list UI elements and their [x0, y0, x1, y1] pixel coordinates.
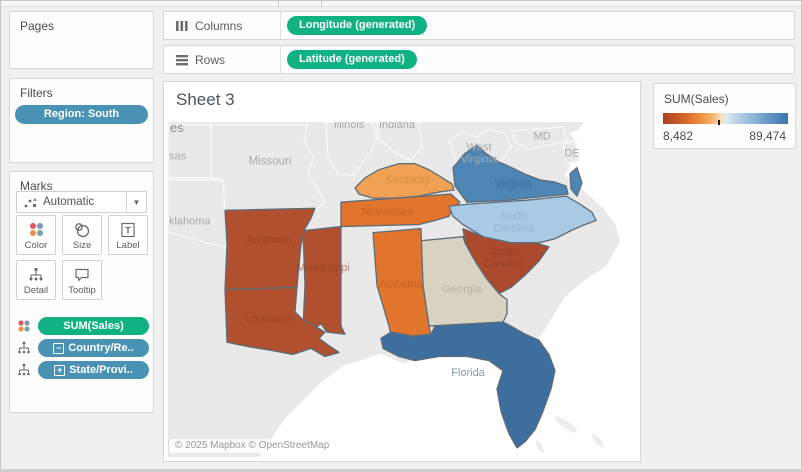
- svg-text:North: North: [501, 210, 528, 222]
- label-button-label: Label: [109, 240, 147, 251]
- map-state-mississippi[interactable]: [303, 227, 345, 335]
- mark-type-dropdown[interactable]: Automatic ▼: [16, 191, 147, 213]
- svg-text:Carolina: Carolina: [484, 258, 526, 270]
- detail-button[interactable]: Detail: [16, 260, 56, 300]
- color-dots-icon: [27, 221, 45, 239]
- pill-sum-sales[interactable]: SUM(Sales): [38, 317, 149, 335]
- tooltip-button-label: Tooltip: [63, 285, 101, 296]
- pill-state-province[interactable]: + State/Provi..: [38, 361, 149, 379]
- svg-text:Mississippi: Mississippi: [296, 262, 349, 274]
- columns-shelf[interactable]: Columns Longitude (generated): [163, 11, 795, 40]
- svg-text:Carolina: Carolina: [494, 223, 536, 235]
- pill-longitude[interactable]: Longitude (generated): [287, 16, 427, 35]
- svg-text:Virginia: Virginia: [495, 178, 532, 190]
- toolbar-divider: [321, 1, 322, 7]
- islands: [534, 414, 606, 454]
- svg-text:Indiana: Indiana: [379, 122, 416, 131]
- map-attribution[interactable]: © 2025 Mapbox © OpenStreetMap: [168, 439, 335, 453]
- color-legend: SUM(Sales) 8,482 89,474: [653, 83, 796, 149]
- pill-label: SUM(Sales): [63, 317, 124, 336]
- rows-icon: [175, 53, 189, 67]
- pill-label: State/Provi..: [69, 361, 133, 380]
- columns-shelf-label: Columns: [195, 19, 242, 33]
- legend-center-tick: [718, 120, 720, 125]
- legend-gradient-bar[interactable]: [663, 113, 788, 124]
- mark-type-label: Automatic: [43, 196, 94, 208]
- svg-text:Arkansas: Arkansas: [246, 234, 292, 246]
- label-T-icon: T: [119, 221, 137, 239]
- expand-plus-icon[interactable]: +: [54, 365, 65, 376]
- filter-pill-label: Region: South: [44, 105, 119, 124]
- svg-text:Missouri: Missouri: [249, 156, 292, 168]
- shelf-divider: [280, 12, 281, 39]
- collapse-minus-icon[interactable]: −: [53, 343, 64, 354]
- worksheet: Sheet 3: [163, 81, 641, 462]
- sheet-title[interactable]: Sheet 3: [176, 90, 235, 110]
- svg-text:T: T: [125, 226, 131, 237]
- rows-shelf[interactable]: Rows Latitude (generated): [163, 45, 795, 74]
- color-button-label: Color: [17, 240, 55, 251]
- pill-country-region[interactable]: − Country/Re..: [38, 339, 149, 357]
- tableau-workspace: Pages Filters Region: South Marks Automa…: [0, 0, 802, 472]
- color-dots-icon: [16, 318, 32, 334]
- legend-max-value: 89,474: [749, 129, 786, 143]
- tooltip-button[interactable]: Tooltip: [62, 260, 102, 300]
- pill-label: Country/Re..: [68, 339, 133, 358]
- marks-pill-row: − Country/Re..: [16, 339, 149, 357]
- color-button[interactable]: Color: [16, 215, 56, 255]
- svg-text:Illinois: Illinois: [334, 122, 365, 131]
- chevron-down-icon[interactable]: ▼: [126, 192, 146, 212]
- columns-icon: [175, 19, 189, 33]
- filters-shelf[interactable]: Filters Region: South: [9, 78, 154, 163]
- svg-text:West: West: [467, 141, 492, 153]
- marks-pill-row: SUM(Sales): [16, 317, 149, 335]
- shelf-divider: [280, 46, 281, 73]
- tooltip-bubble-icon: [73, 266, 91, 284]
- size-button-label: Size: [63, 240, 101, 251]
- filters-title: Filters: [20, 86, 53, 100]
- svg-text:Louisiana: Louisiana: [245, 313, 293, 325]
- svg-text:MD: MD: [533, 130, 550, 142]
- svg-text:Tennessee: Tennessee: [360, 206, 413, 218]
- filter-pill-region-south[interactable]: Region: South: [15, 105, 148, 124]
- svg-text:South: South: [490, 246, 519, 258]
- svg-text:sas: sas: [169, 150, 187, 162]
- svg-text:es: es: [170, 122, 184, 135]
- pages-title: Pages: [20, 19, 54, 33]
- size-button[interactable]: Size: [62, 215, 102, 255]
- detail-hierarchy-icon: [16, 362, 32, 378]
- svg-text:klahoma: klahoma: [169, 215, 211, 227]
- legend-min-value: 8,482: [663, 129, 693, 143]
- svg-text:Florida: Florida: [451, 367, 485, 379]
- label-button[interactable]: T Label: [108, 215, 148, 255]
- svg-text:DE: DE: [564, 147, 579, 159]
- size-circles-icon: [73, 221, 91, 239]
- svg-text:Virginia: Virginia: [461, 154, 498, 166]
- pill-label: Latitude (generated): [299, 50, 405, 69]
- svg-text:Kentucky: Kentucky: [385, 174, 431, 186]
- choropleth-map: es sas Missouri klahoma Illinois Indiana…: [168, 122, 638, 457]
- pill-latitude[interactable]: Latitude (generated): [287, 50, 417, 69]
- legend-title: SUM(Sales): [664, 92, 729, 106]
- pill-label: Longitude (generated): [299, 16, 415, 35]
- detail-hierarchy-icon: [27, 266, 45, 284]
- map-view[interactable]: es sas Missouri klahoma Illinois Indiana…: [168, 122, 638, 457]
- rows-shelf-label: Rows: [195, 53, 225, 67]
- toolbar-edge: [1, 1, 802, 7]
- marks-pill-row: + State/Provi..: [16, 361, 149, 379]
- detail-hierarchy-icon: [16, 340, 32, 356]
- svg-text:Georgia: Georgia: [442, 283, 482, 295]
- marks-card: Marks Automatic ▼ Color: [9, 171, 154, 413]
- toolbar-divider: [278, 1, 279, 7]
- mark-type-icon: [23, 196, 39, 210]
- detail-button-label: Detail: [17, 285, 55, 296]
- svg-text:Alabama: Alabama: [379, 278, 423, 290]
- pages-shelf[interactable]: Pages: [9, 11, 154, 69]
- map-state-florida[interactable]: [381, 322, 555, 448]
